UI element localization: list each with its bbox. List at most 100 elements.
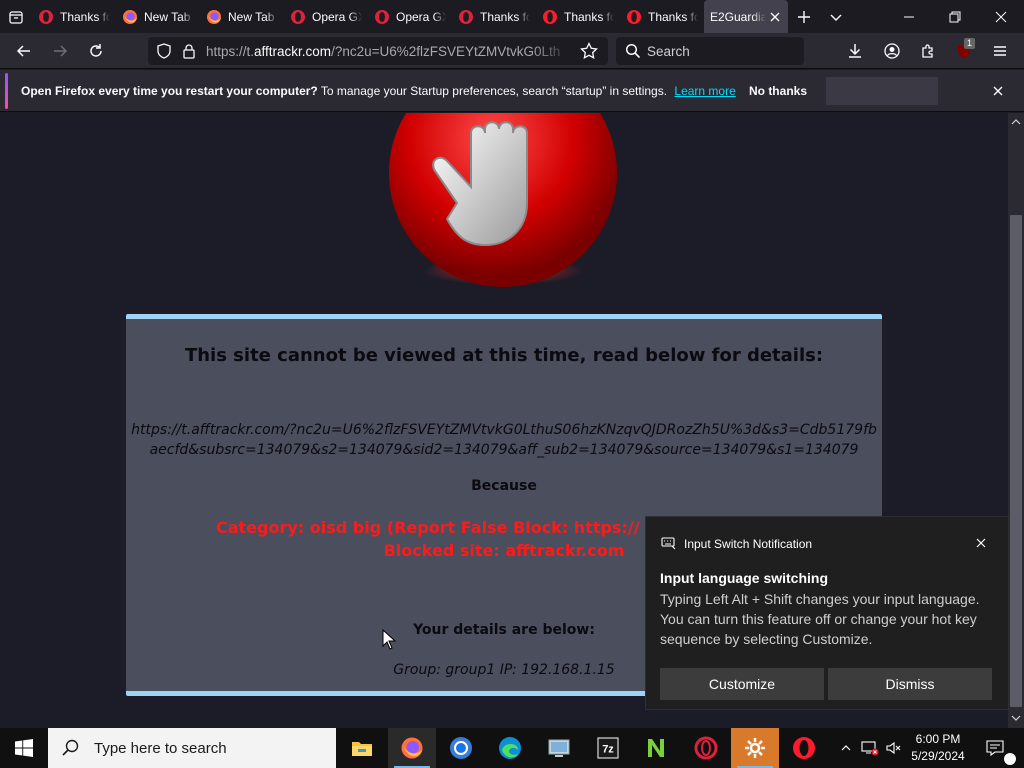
close-icon — [993, 86, 1003, 96]
network-tray-button[interactable] — [858, 728, 882, 768]
tab-title: Opera GX — [312, 9, 362, 24]
tab-title: Thanks for — [480, 9, 530, 24]
start-button[interactable] — [0, 728, 48, 768]
chevron-down-icon — [830, 14, 842, 21]
opera-gx-icon — [39, 9, 53, 24]
restore-icon — [949, 11, 961, 22]
download-icon — [849, 44, 861, 58]
file-explorer-icon — [352, 742, 372, 756]
action-center-button[interactable] — [980, 728, 1016, 768]
learn-more-link[interactable]: Learn more — [674, 84, 735, 98]
stop-hand-icon — [389, 113, 617, 287]
tab-2[interactable]: New Tab — [116, 0, 200, 33]
taskbar-opera-gx[interactable] — [682, 728, 730, 768]
notification-text: To manage your Startup preferences, sear… — [317, 84, 668, 98]
toast-body: Typing Left Alt + Shift changes your inp… — [660, 591, 980, 647]
control-panel-icon — [548, 739, 570, 757]
app-menu-button[interactable] — [986, 37, 1014, 65]
tab-title: New Tab — [144, 9, 191, 24]
close-window-button[interactable] — [978, 0, 1024, 33]
forward-button[interactable] — [46, 37, 74, 65]
url-bar[interactable]: https://t.afftrackr.com/?nc2u=U6%2flzFSV… — [148, 37, 608, 65]
opera-gx-icon — [375, 9, 389, 24]
network-disconnected-icon — [861, 741, 879, 756]
volume-muted-icon — [886, 741, 901, 755]
taskbar-clock[interactable]: 6:00 PM 5/29/2024 — [902, 731, 974, 765]
opera-icon — [793, 737, 815, 759]
tab-7[interactable]: Thanks for — [536, 0, 620, 33]
startup-notification-bar: Open Firefox every time you restart your… — [0, 70, 1024, 112]
url-host: afftrackr.com — [254, 43, 332, 59]
taskbar-edge[interactable] — [486, 728, 534, 768]
downloads-button[interactable] — [841, 37, 869, 65]
list-all-tabs-button[interactable] — [820, 0, 852, 33]
chrome-icon — [450, 737, 472, 759]
reload-button[interactable] — [82, 37, 110, 65]
taskbar-file-explorer[interactable] — [338, 728, 386, 768]
customize-button[interactable]: Customize — [660, 668, 824, 700]
notification-center-icon — [986, 740, 1004, 756]
block-category: Category: oisd big (Report False Block: … — [216, 518, 640, 537]
set-startup-button[interactable] — [826, 77, 938, 105]
taskbar-firefox[interactable] — [388, 728, 436, 768]
close-icon — [995, 11, 1007, 22]
search-icon — [625, 43, 641, 59]
close-tab-icon[interactable] — [768, 10, 782, 24]
volume-tray-button[interactable] — [882, 728, 904, 768]
firefox-icon — [401, 737, 423, 759]
input-switch-toast: Input Switch Notification Input language… — [645, 516, 1009, 710]
minimize-icon — [904, 16, 914, 17]
close-icon — [976, 538, 986, 548]
scroll-up-icon — [1011, 119, 1021, 125]
lock-icon[interactable] — [182, 43, 196, 59]
toast-close-button[interactable] — [971, 533, 991, 553]
edge-icon — [499, 737, 521, 759]
minimize-button[interactable] — [886, 0, 932, 33]
keyboard-language-icon — [661, 537, 676, 550]
tab-8[interactable]: Thanks for — [620, 0, 704, 33]
tab-4[interactable]: Opera GX — [284, 0, 368, 33]
taskbar-control-panel[interactable] — [535, 728, 583, 768]
blocked-url: https://t.afftrackr.com/?nc2u=U6%2flzFSV… — [131, 422, 877, 458]
close-notification-button[interactable] — [990, 83, 1006, 99]
firefox-icon — [207, 9, 221, 24]
search-bar[interactable]: Search — [616, 37, 804, 65]
tab-9-active[interactable]: E2Guardian — [704, 0, 788, 33]
no-thanks-button[interactable]: No thanks — [739, 77, 817, 105]
scroll-down-icon — [1011, 715, 1021, 721]
taskbar-search[interactable]: Type here to search — [48, 728, 336, 768]
ublock-extension-button[interactable]: 1 — [950, 37, 978, 65]
tab-5[interactable]: Opera GX — [368, 0, 452, 33]
extension-badge: 1 — [964, 38, 976, 49]
clock-date: 5/29/2024 — [911, 749, 965, 763]
extensions-button[interactable] — [914, 37, 942, 65]
scrollbar-thumb[interactable] — [1010, 215, 1022, 707]
back-button[interactable] — [10, 37, 38, 65]
taskbar-opera[interactable] — [780, 728, 828, 768]
hamburger-menu-icon — [994, 46, 1006, 56]
7zip-icon: 7z — [597, 737, 619, 759]
notification-message: Open Firefox every time you restart your… — [21, 84, 736, 98]
taskbar-settings[interactable] — [731, 728, 779, 768]
chevron-up-icon — [841, 745, 851, 751]
tab-6[interactable]: Thanks for — [452, 0, 536, 33]
taskbar-7zip[interactable]: 7z — [584, 728, 632, 768]
notification-accent — [5, 73, 8, 109]
new-tab-button[interactable] — [788, 0, 820, 33]
block-title: This site cannot be viewed at this time,… — [184, 345, 824, 366]
taskbar-chrome[interactable] — [437, 728, 485, 768]
opera-gx-icon — [694, 736, 718, 760]
opera-icon — [543, 9, 557, 24]
tab-3[interactable]: New Tab — [200, 0, 284, 33]
account-button[interactable] — [878, 37, 906, 65]
taskbar-notepad-plus-plus[interactable] — [633, 728, 681, 768]
bookmark-star-icon[interactable] — [580, 42, 598, 60]
url-rest: /?nc2u=U6%2flzFSVEYtZMVtvkG0Lth — [331, 43, 561, 59]
opera-gx-icon — [291, 9, 305, 24]
tab-1[interactable]: Thanks for — [32, 0, 116, 33]
dismiss-button[interactable]: Dismiss — [828, 668, 992, 700]
shield-icon[interactable] — [156, 43, 172, 59]
restore-button[interactable] — [932, 0, 978, 33]
firefox-view-button[interactable] — [0, 0, 32, 33]
show-hidden-icons-button[interactable] — [834, 728, 858, 768]
